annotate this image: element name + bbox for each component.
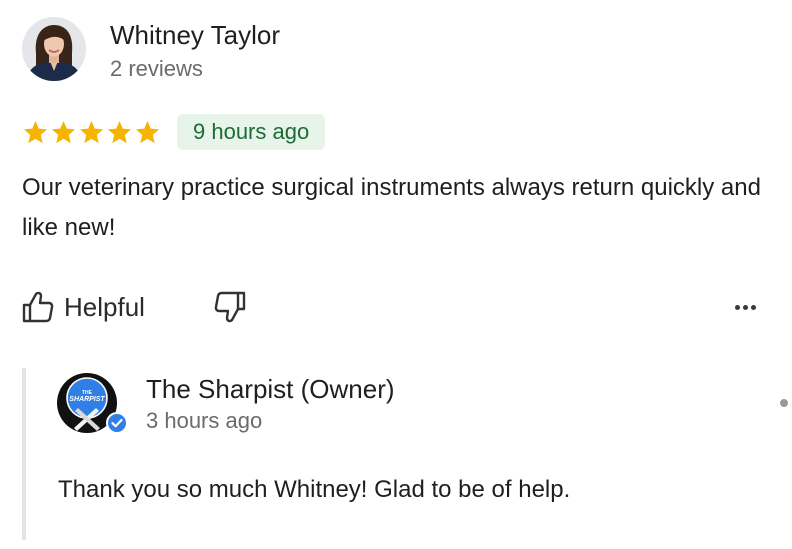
side-indicator-dot [780,399,788,407]
logo-text-large: SHARPIST [69,396,105,403]
more-horizontal-icon-dot [734,304,740,310]
reviewer-review-count: 2 reviews [110,56,203,81]
reviewer-name[interactable]: Whitney Taylor [110,20,280,51]
more-horizontal-icon-dot [742,304,748,310]
reviewer-avatar[interactable] [22,17,86,81]
star-icon [107,120,132,143]
unhelpful-button[interactable] [212,289,252,329]
verified-badge-icon [106,412,128,434]
owner-name[interactable]: The Sharpist (Owner) [146,374,395,405]
owner-avatar[interactable]: THE SHARPIST [56,372,128,434]
review-text: Our veterinary practice surgical instrum… [22,174,761,241]
star-icon [79,120,104,143]
star-icon [51,120,76,143]
more-horizontal-icon-dot [750,304,756,310]
thumbs-up-icon [22,291,54,323]
star-icon [135,120,160,143]
person-photo-icon [22,17,86,81]
helpful-button[interactable]: Helpful [20,286,145,328]
reply-divider-bar [22,368,26,540]
thumbs-down-icon [214,291,246,323]
owner-reply-time: 3 hours ago [146,408,263,433]
review-time-badge: 9 hours ago [177,114,326,150]
helpful-label: Helpful [64,291,145,322]
star-rating [22,115,161,149]
more-options-button[interactable] [728,294,762,320]
owner-reply-text: Thank you so much Whitney! Glad to be of… [58,476,571,503]
star-icon [23,120,48,143]
